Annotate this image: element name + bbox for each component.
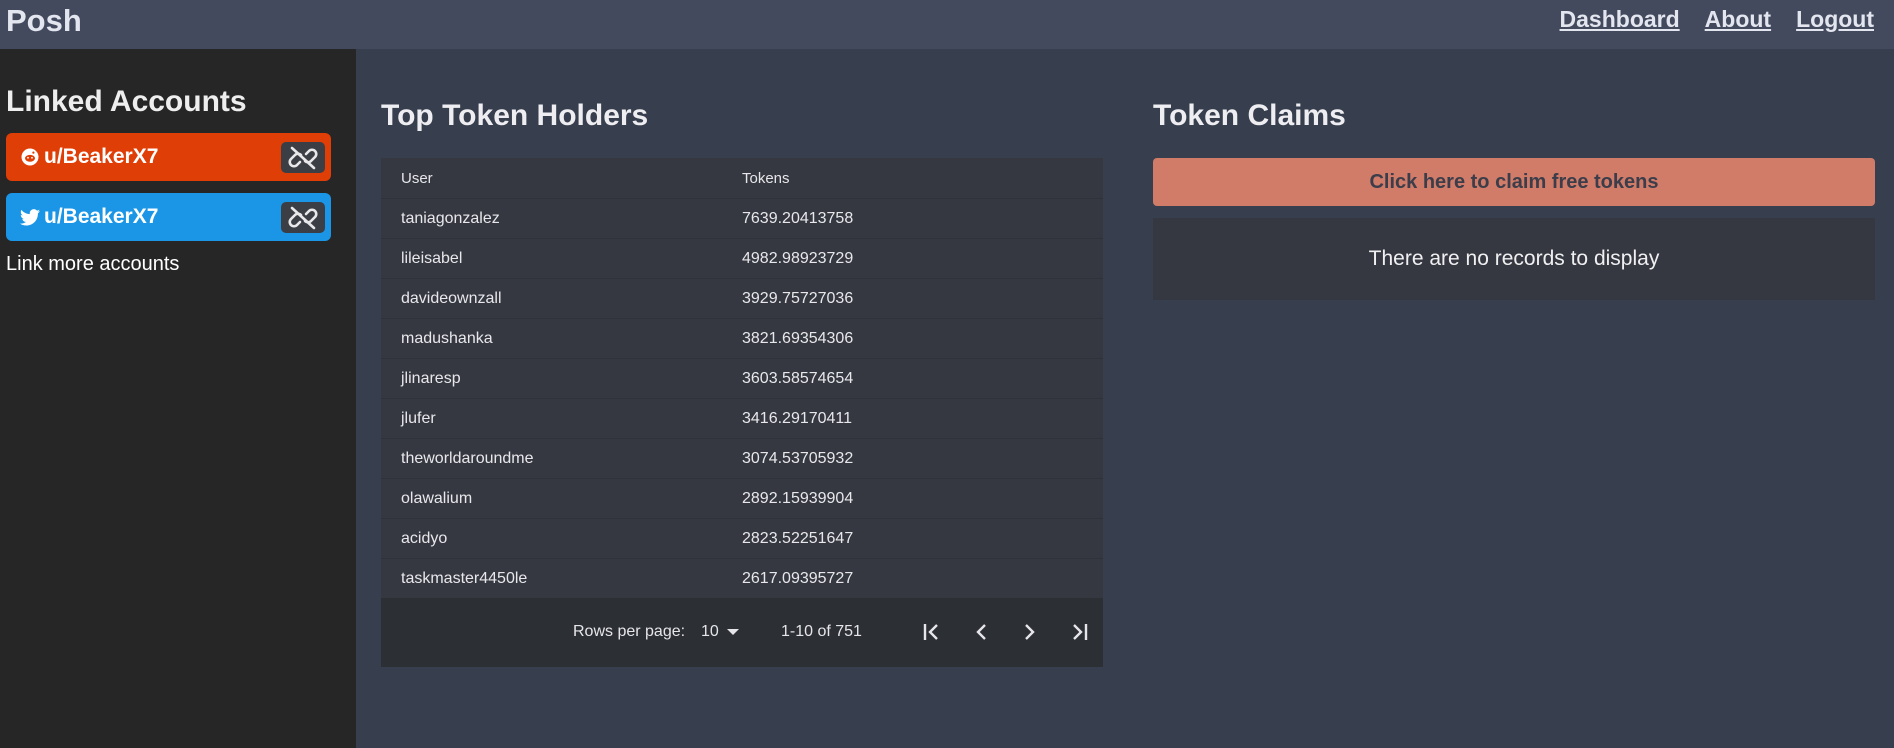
cell-user: madushanka xyxy=(401,329,493,347)
unlink-icon xyxy=(288,206,318,229)
reddit-icon xyxy=(20,147,40,167)
pagination-bar: Rows per page: 10 1-10 of 751 xyxy=(381,598,1103,667)
nav-about-link[interactable]: About xyxy=(1705,6,1771,33)
chevron-down-icon xyxy=(726,629,739,635)
pagination-range: 1-10 of 751 xyxy=(781,623,862,640)
first-page-icon xyxy=(923,624,938,640)
table-row[interactable]: taniagonzalez 7639.20413758 xyxy=(381,198,1103,238)
holders-title: Top Token Holders xyxy=(381,99,649,132)
table-row[interactable]: jlufer 3416.29170411 xyxy=(381,398,1103,438)
last-page-button[interactable] xyxy=(1064,617,1094,647)
table-row[interactable]: madushanka 3821.69354306 xyxy=(381,318,1103,358)
unlink-reddit-button[interactable] xyxy=(281,142,325,173)
rows-per-page-value: 10 xyxy=(701,623,719,640)
cell-user: taniagonzalez xyxy=(401,209,500,227)
cell-user: lileisabel xyxy=(401,249,463,267)
table-row[interactable]: taskmaster4450le 2617.09395727 xyxy=(381,558,1103,598)
link-more-accounts[interactable]: Link more accounts xyxy=(6,253,179,276)
previous-page-button[interactable] xyxy=(966,617,996,647)
claims-empty-message: There are no records to display xyxy=(1153,218,1875,300)
cell-tokens: 3929.75727036 xyxy=(742,289,854,307)
table-row[interactable]: theworldaroundme 3074.53705932 xyxy=(381,438,1103,478)
table-row[interactable]: acidyo 2823.52251647 xyxy=(381,518,1103,558)
cell-tokens: 4982.98923729 xyxy=(742,249,854,267)
cell-user: theworldaroundme xyxy=(401,449,534,467)
twitter-icon xyxy=(20,207,40,227)
cell-user: jlinaresp xyxy=(401,369,461,387)
top-navbar: Posh Dashboard About Logout xyxy=(0,0,1894,49)
brand-logo[interactable]: Posh xyxy=(6,3,82,39)
cell-tokens: 2617.09395727 xyxy=(742,569,854,587)
token-holders-table: User Tokens taniagonzalez 7639.20413758 li… xyxy=(381,158,1103,667)
next-page-button[interactable] xyxy=(1015,617,1045,647)
column-header-user[interactable]: User xyxy=(381,170,742,187)
cell-user: olawalium xyxy=(401,489,473,507)
twitter-account-card[interactable]: u/BeakerX7 xyxy=(6,193,331,241)
sidebar-title: Linked Accounts xyxy=(6,85,247,118)
chevron-left-icon xyxy=(976,624,986,640)
cell-user: davideownzall xyxy=(401,289,502,307)
table-row[interactable]: davideownzall 3929.75727036 xyxy=(381,278,1103,318)
column-header-tokens[interactable]: Tokens xyxy=(742,170,790,187)
twitter-username: u/BeakerX7 xyxy=(44,205,159,228)
cell-tokens: 3074.53705932 xyxy=(742,449,854,467)
rows-per-page-select[interactable]: 10 xyxy=(701,623,739,641)
reddit-username: u/BeakerX7 xyxy=(44,145,159,168)
table-header: User Tokens xyxy=(381,158,1103,198)
cell-user: jlufer xyxy=(401,409,436,427)
unlink-twitter-button[interactable] xyxy=(281,202,325,233)
cell-tokens: 3416.29170411 xyxy=(742,409,853,427)
cell-tokens: 2892.15939904 xyxy=(742,489,854,507)
table-body: taniagonzalez 7639.20413758 lileisabel 4982… xyxy=(381,198,1103,598)
nav-links: Dashboard About Logout xyxy=(1560,6,1874,33)
first-page-button[interactable] xyxy=(917,617,947,647)
table-row[interactable]: jlinaresp 3603.58574654 xyxy=(381,358,1103,398)
cell-tokens: 3821.69354306 xyxy=(742,329,854,347)
table-row[interactable]: lileisabel 4982.98923729 xyxy=(381,238,1103,278)
rows-per-page-label: Rows per page: xyxy=(573,623,686,640)
cell-tokens: 2823.52251647 xyxy=(742,529,854,547)
unlink-icon xyxy=(288,146,318,169)
chevron-right-icon xyxy=(1025,624,1035,640)
last-page-icon xyxy=(1073,624,1088,640)
cell-user: acidyo xyxy=(401,529,448,547)
nav-logout-link[interactable]: Logout xyxy=(1796,6,1874,33)
cell-tokens: 7639.20413758 xyxy=(742,209,854,227)
nav-dashboard-link[interactable]: Dashboard xyxy=(1560,6,1680,33)
cell-user: taskmaster4450le xyxy=(401,569,528,587)
reddit-account-card[interactable]: u/BeakerX7 xyxy=(6,133,331,181)
table-row[interactable]: olawalium 2892.15939904 xyxy=(381,478,1103,518)
claim-tokens-button[interactable]: Click here to claim free tokens xyxy=(1153,158,1875,206)
sidebar: Linked Accounts u/BeakerX7 u/BeakerX7 Li… xyxy=(0,49,356,748)
cell-tokens: 3603.58574654 xyxy=(742,369,854,387)
claims-title: Token Claims xyxy=(1153,99,1346,132)
